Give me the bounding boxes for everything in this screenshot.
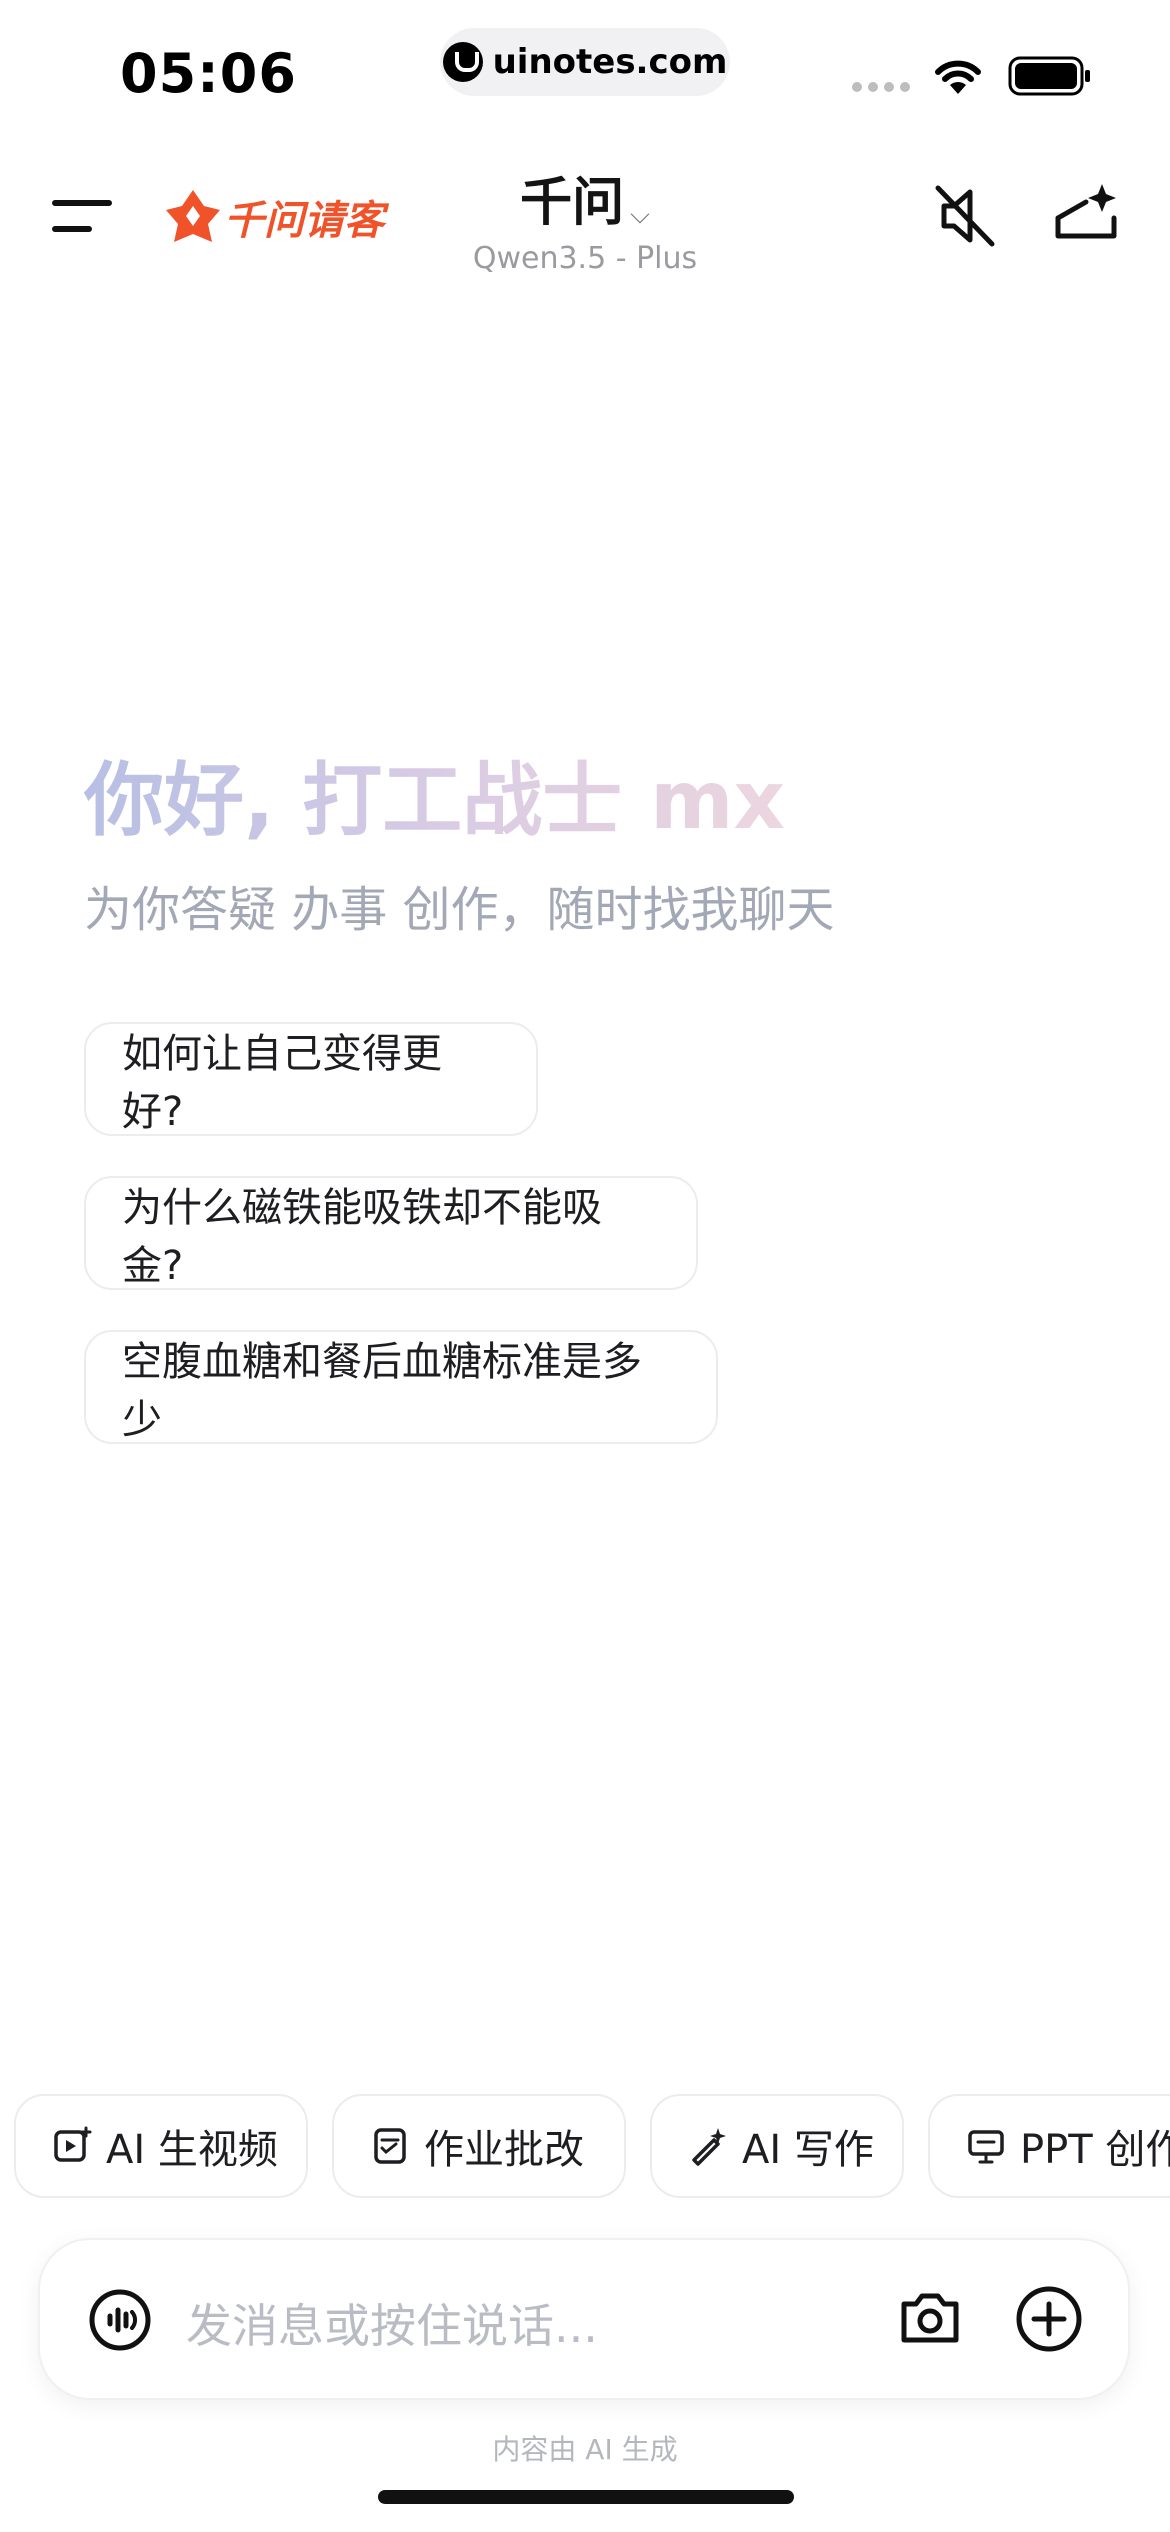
menu-icon[interactable] xyxy=(52,196,114,236)
suggestion-chip[interactable]: 空腹血糖和餐后血糖标准是多少 xyxy=(84,1330,718,1444)
tool-homework[interactable]: 作业批改 xyxy=(332,2094,626,2198)
voice-wave-icon[interactable] xyxy=(88,2288,152,2352)
site-logo-icon xyxy=(442,42,483,82)
chevron-down-icon: ⌵ xyxy=(630,200,650,230)
url-text: uinotes.com xyxy=(492,42,728,82)
suggestion-chip[interactable]: 为什么磁铁能吸铁却不能吸金? xyxy=(84,1176,698,1290)
message-input[interactable]: 发消息或按住说话... xyxy=(186,2290,598,2356)
magic-pen-icon xyxy=(692,2128,726,2166)
model-name: Qwen3.5 - Plus xyxy=(472,241,698,276)
promo-logo[interactable]: 千问请客 xyxy=(164,188,384,246)
new-chat-sparkle-icon[interactable] xyxy=(1050,178,1122,250)
tool-label: 作业批改 xyxy=(424,2127,584,2173)
page-title: 千问 xyxy=(520,173,625,233)
homework-icon xyxy=(374,2128,406,2164)
home-indicator[interactable] xyxy=(378,2490,794,2504)
presentation-icon xyxy=(968,2130,1004,2164)
greeting-title: 你好, 打工战士 mx xyxy=(84,736,785,852)
model-selector[interactable]: 千问 ⌵ Qwen3.5 - Plus xyxy=(385,160,785,276)
wifi-icon xyxy=(935,60,981,94)
signal-dots-icon xyxy=(852,82,910,92)
ai-disclaimer: 内容由 AI 生成 xyxy=(492,2433,678,2466)
greeting-subtitle: 为你答疑 办事 创作，随时找我聊天 xyxy=(84,882,835,938)
status-time: 05:06 xyxy=(120,42,297,105)
promo-logo-text: 千问请客 xyxy=(224,198,384,244)
tool-ppt[interactable]: PPT 创作 xyxy=(928,2094,1170,2198)
url-pill[interactable]: uinotes.com xyxy=(440,28,730,96)
qwen-logo-icon xyxy=(166,190,220,242)
tool-label: AI 写作 xyxy=(742,2127,874,2173)
camera-icon[interactable] xyxy=(896,2284,964,2352)
tool-ai-video[interactable]: AI 生视频 xyxy=(14,2094,308,2198)
tool-label: AI 生视频 xyxy=(106,2127,278,2173)
add-circle-icon[interactable] xyxy=(1014,2284,1084,2354)
battery-icon xyxy=(1008,56,1090,96)
suggestion-chip[interactable]: 如何让自己变得更好? xyxy=(84,1022,538,1136)
speaker-mute-icon[interactable] xyxy=(930,180,1002,252)
tool-label: PPT 创作 xyxy=(1020,2127,1170,2173)
tool-ai-writing[interactable]: AI 写作 xyxy=(650,2094,904,2198)
video-plus-icon xyxy=(54,2126,92,2162)
